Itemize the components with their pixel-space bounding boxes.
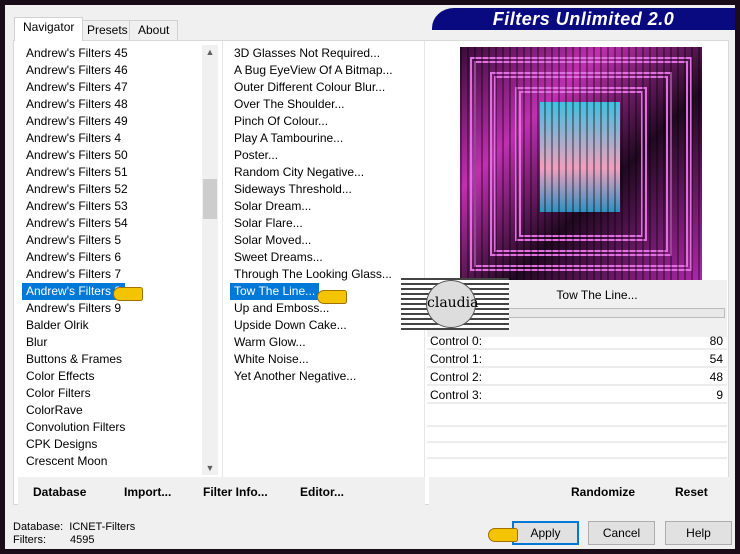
list-item[interactable]: Andrew's Filters 48 — [22, 97, 128, 111]
control-value: 80 — [709, 334, 723, 348]
tab-about[interactable]: About — [129, 20, 179, 40]
status-value: 4595 — [70, 534, 95, 546]
list-item[interactable]: Crescent Moon — [22, 454, 107, 468]
list-item[interactable]: Yet Another Negative... — [230, 369, 356, 383]
list-item[interactable]: Upside Down Cake... — [230, 318, 347, 332]
control-value: 54 — [709, 352, 723, 366]
list-item[interactable]: Color Effects — [22, 369, 94, 383]
list-item[interactable]: Andrew's Filters 5 — [22, 233, 121, 247]
app-title: Filters Unlimited 2.0 — [432, 8, 735, 30]
list-item[interactable]: CPK Designs — [22, 437, 97, 451]
help-button[interactable]: Help — [665, 521, 732, 545]
category-scrollbar[interactable]: ▲ ▼ — [202, 45, 218, 475]
scrollbar-thumb[interactable] — [203, 179, 217, 219]
divider — [424, 41, 425, 481]
control-0-slider[interactable]: Control 0: 80 — [427, 333, 727, 350]
list-item[interactable]: Balder Olrik — [22, 318, 89, 332]
import-button[interactable]: Import... — [124, 485, 171, 499]
category-list[interactable]: Andrew's Filters 45 Andrew's Filters 46 An… — [22, 45, 202, 475]
list-item[interactable]: Andrew's Filters 9 — [22, 301, 121, 315]
list-item[interactable]: Through The Looking Glass... — [230, 267, 392, 281]
list-item[interactable]: Solar Dream... — [230, 199, 311, 213]
control-2-slider[interactable]: Control 2: 48 — [427, 369, 727, 386]
tab-navigator[interactable]: Navigator — [14, 17, 84, 41]
list-item[interactable]: Up and Emboss... — [230, 301, 329, 315]
filter-info-button[interactable]: Filter Info... — [203, 485, 268, 499]
scroll-down-icon[interactable]: ▼ — [202, 463, 218, 473]
cancel-button[interactable]: Cancel — [588, 521, 655, 545]
list-item[interactable]: Blur — [22, 335, 47, 349]
list-item[interactable]: Over The Shoulder... — [230, 97, 345, 111]
control-label: Control 3: — [430, 388, 483, 402]
control-value: 9 — [716, 388, 723, 402]
filters-unlimited-window: Filters Unlimited 2.0 Navigator Presets … — [5, 5, 735, 549]
status-label: Filters: — [13, 534, 46, 546]
reset-button[interactable]: Reset — [675, 485, 708, 499]
list-item[interactable]: Random City Negative... — [230, 165, 364, 179]
list-item[interactable]: Color Filters — [22, 386, 91, 400]
navigator-panel: Andrew's Filters 45 Andrew's Filters 46 An… — [13, 40, 729, 505]
divider — [427, 441, 727, 443]
divider — [427, 457, 727, 459]
status-value: ICNET-Filters — [69, 521, 136, 533]
list-item[interactable]: White Noise... — [230, 352, 309, 366]
list-item[interactable]: Solar Moved... — [230, 233, 311, 247]
navigator-button-bar: Database Import... Filter Info... Editor… — [18, 477, 425, 506]
list-item[interactable]: Outer Different Colour Blur... — [230, 80, 385, 94]
list-item[interactable]: Andrew's Filters 6 — [22, 250, 121, 264]
list-item[interactable]: Andrew's Filters 51 — [22, 165, 128, 179]
list-item[interactable]: Andrew's Filters 52 — [22, 182, 128, 196]
list-item[interactable]: Andrew's Filters 53 — [22, 199, 128, 213]
editor-button[interactable]: Editor... — [300, 485, 344, 499]
filter-progress-bar — [507, 308, 725, 318]
list-item[interactable]: ColorRave — [22, 403, 83, 417]
status-filters: Filters: 4595 — [13, 534, 94, 546]
pointing-hand-icon — [113, 287, 143, 301]
list-item[interactable]: A Bug EyeView Of A Bitmap... — [230, 63, 393, 77]
claudia-watermark-logo: claudia — [401, 278, 509, 330]
list-item[interactable]: Andrew's Filters 46 — [22, 63, 128, 77]
list-item[interactable]: Andrew's Filters 45 — [22, 46, 128, 60]
list-item[interactable]: Andrew's Filters 4 — [22, 131, 121, 145]
list-item[interactable]: Warm Glow... — [230, 335, 306, 349]
list-item[interactable]: Pinch Of Colour... — [230, 114, 328, 128]
control-value: 48 — [709, 370, 723, 384]
apply-button[interactable]: Apply — [512, 521, 579, 545]
pointing-hand-icon — [317, 290, 347, 304]
list-item[interactable]: Play A Tambourine... — [230, 131, 343, 145]
database-button[interactable]: Database — [33, 485, 86, 499]
list-item[interactable]: Andrew's Filters 7 — [22, 267, 121, 281]
control-label: Control 1: — [430, 352, 483, 366]
list-item[interactable]: Andrew's Filters 49 — [22, 114, 128, 128]
preview-image — [460, 47, 702, 281]
status-label: Database: — [13, 521, 64, 533]
list-item[interactable]: Buttons & Frames — [22, 352, 122, 366]
list-item[interactable]: Andrew's Filters 8 — [22, 283, 125, 300]
list-item[interactable]: Andrew's Filters 47 — [22, 80, 128, 94]
randomize-button[interactable]: Randomize — [571, 485, 635, 499]
control-3-slider[interactable]: Control 3: 9 — [427, 387, 727, 404]
filter-list[interactable]: 3D Glasses Not Required... A Bug EyeView … — [230, 45, 420, 475]
control-1-slider[interactable]: Control 1: 54 — [427, 351, 727, 368]
list-item[interactable]: 3D Glasses Not Required... — [230, 46, 380, 60]
list-item[interactable]: Sideways Threshold... — [230, 182, 352, 196]
pointing-hand-icon — [488, 528, 518, 542]
list-item[interactable]: Tow The Line... — [230, 283, 320, 300]
list-item[interactable]: Sweet Dreams... — [230, 250, 323, 264]
control-label: Control 0: — [430, 334, 483, 348]
tab-presets[interactable]: Presets — [78, 20, 137, 40]
control-label: Control 2: — [430, 370, 483, 384]
list-item[interactable]: Poster... — [230, 148, 278, 162]
control-button-bar: Randomize Reset — [429, 477, 729, 506]
divider — [222, 41, 223, 481]
list-item[interactable]: Convolution Filters — [22, 420, 125, 434]
list-item[interactable]: Andrew's Filters 50 — [22, 148, 128, 162]
list-item[interactable]: Andrew's Filters 54 — [22, 216, 128, 230]
divider — [427, 425, 727, 427]
list-item[interactable]: Solar Flare... — [230, 216, 303, 230]
scroll-up-icon[interactable]: ▲ — [202, 47, 218, 57]
status-database: Database: ICNET-Filters — [13, 521, 135, 533]
